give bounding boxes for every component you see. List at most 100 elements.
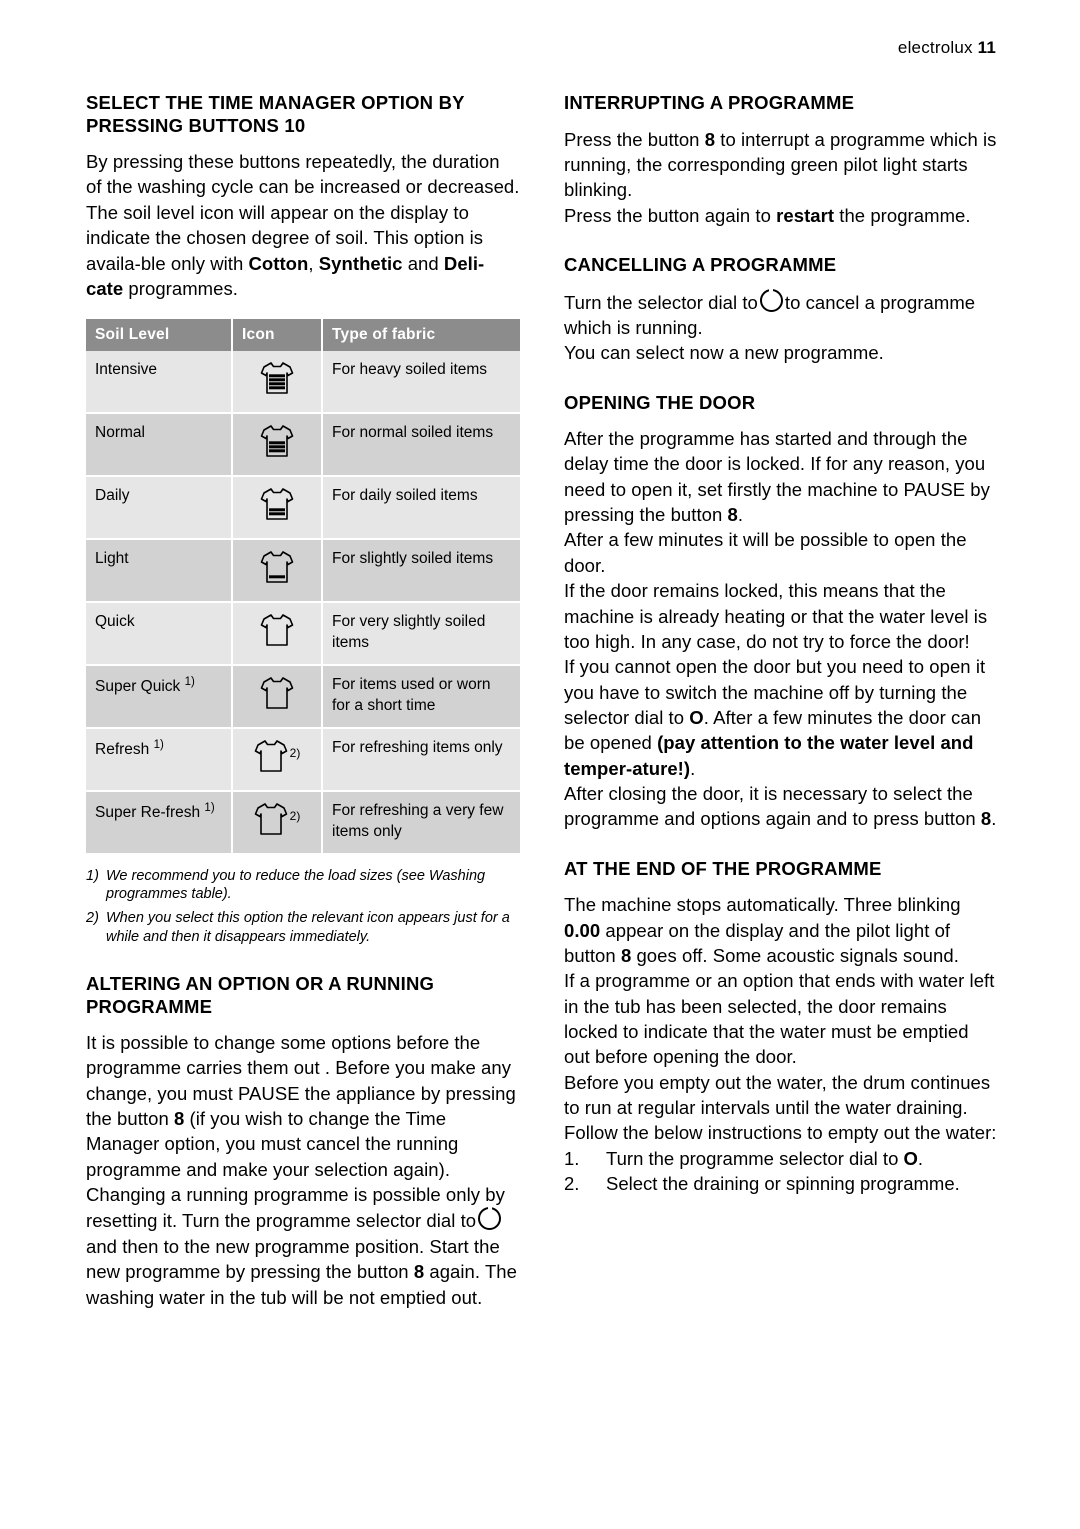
soil-level-table: Soil Level Icon Type of fabric Intensive… [86, 319, 520, 855]
dial-off-icon [478, 1207, 502, 1231]
footnote-text: When you select this option the relevant… [106, 910, 510, 946]
left-column: SELECT THE TIME MANAGER OPTION BY PRESSI… [86, 92, 520, 1310]
step-number: 2. [564, 1172, 580, 1194]
paragraph-door-2: After a few minutes it will be possible … [564, 529, 967, 576]
page-header: electrolux 11 [898, 38, 996, 58]
cell-type-of-fabric: For slightly soiled items [322, 538, 520, 603]
table-row: Intensive For heavy soiled items [86, 351, 520, 415]
cell-icon [232, 538, 323, 603]
page-number: 11 [977, 38, 996, 57]
text-bold-synthetic: Synthetic [318, 252, 403, 274]
shirt-0-icon [260, 612, 294, 655]
paragraph-door-1: After the programme has started and thro… [564, 426, 998, 527]
cell-soil-level: Quick [86, 601, 233, 666]
right-column: INTERRUPTING A PROGRAMME Press the butto… [564, 92, 998, 1310]
text-bold-o: O [903, 1147, 918, 1169]
table-footnotes: 1) We recommend you to reduce the load s… [86, 867, 520, 947]
paragraph-door-4: If you cannot open the door but you need… [564, 654, 998, 781]
step-text: Turn the programme selector dial to O. [606, 1146, 998, 1171]
text-segment: the programme. [834, 204, 971, 226]
shirt-3-icon [260, 423, 294, 466]
paragraph-end-2: If a programme or an option that ends wi… [564, 970, 995, 1068]
shirt-empty-icon [260, 675, 294, 718]
cell-icon [232, 601, 323, 666]
footnote-1: 1) We recommend you to reduce the load s… [86, 867, 520, 905]
table-row: Super Quick 1) For items used or worn for… [86, 664, 520, 729]
text-segment: , [308, 252, 319, 274]
column-header-type-of-fabric: Type of fabric [322, 319, 520, 352]
dial-off-icon [759, 288, 783, 312]
step-number: 1. [564, 1147, 580, 1169]
cell-icon [232, 351, 323, 415]
text-segment: Press the button [564, 128, 705, 150]
text-bold-button-8: 8 [980, 808, 992, 830]
paragraph-end-3: Before you empty out the water, the drum… [564, 1071, 991, 1118]
column-header-icon: Icon [232, 319, 323, 352]
brand-name: electrolux [897, 38, 973, 57]
cell-soil-level: Daily [86, 476, 233, 540]
text-bold-o: O [689, 706, 704, 728]
text-bold-button-8: 8 [704, 128, 716, 150]
footnote-2: 2) When you select this option the relev… [86, 909, 520, 947]
shirt-empty-icon [254, 801, 288, 844]
table-body: Intensive For heavy soiled items Normal For… [86, 351, 520, 855]
text-bold-cotton: Cotton [248, 252, 309, 274]
text-segment: . [991, 808, 997, 830]
text-segment: and [402, 252, 444, 274]
shirt-2-icon [260, 486, 294, 529]
list-item: 2. Select the draining or spinning progr… [564, 1171, 998, 1196]
step-text: Select the draining or spinning programm… [606, 1172, 960, 1194]
paragraph-end-1: The machine stops automatically. Three b… [564, 892, 998, 968]
paragraph-door-5: After closing the door, it is necessary … [564, 781, 998, 832]
cell-type-of-fabric: For refreshing items only [322, 727, 520, 792]
text-bold-button-8: 8 [173, 1108, 185, 1130]
text-segment: Turn the programme selector dial to [606, 1147, 904, 1169]
two-column-body: SELECT THE TIME MANAGER OPTION BY PRESSI… [86, 92, 998, 1310]
footnote-number: 2) [86, 910, 99, 927]
list-item: 1. Turn the programme selector dial to O… [564, 1146, 998, 1171]
heading-interrupting-programme: INTERRUPTING A PROGRAMME [564, 92, 855, 113]
heading-select-time-manager: SELECT THE TIME MANAGER OPTION BY PRESSI… [86, 92, 465, 136]
table-row: Refresh 1) 2) For refreshing items only [86, 727, 520, 792]
cell-soil-level: Normal [86, 413, 233, 478]
cell-icon: 2) [232, 790, 323, 855]
cell-type-of-fabric: For daily soiled items [322, 476, 520, 540]
text-segment: programmes. [123, 277, 238, 299]
cell-icon [232, 476, 323, 540]
cell-icon [232, 413, 323, 478]
column-header-soil-level: Soil Level [86, 319, 233, 352]
paragraph-door-3: If the door remains locked, this means t… [564, 580, 988, 652]
cell-type-of-fabric: For normal soiled items [322, 413, 520, 478]
cell-icon: 2) [232, 727, 323, 792]
text-segment: The machine stops automatically. Three b… [564, 894, 961, 916]
table-row: Super Re-fresh 1) 2) For refreshing a very… [86, 790, 520, 855]
table-row: Daily For daily soiled items [86, 476, 520, 540]
cell-soil-level: Refresh 1) [86, 727, 233, 792]
cell-type-of-fabric: For refreshing a very few items only [322, 790, 520, 855]
text-bold-button-8: 8 [413, 1261, 425, 1283]
empty-water-steps: 1. Turn the programme selector dial to O… [564, 1146, 998, 1197]
paragraph-interrupting-2: Press the button again to restart the pr… [564, 203, 998, 228]
text-segment: After the programme has started and thro… [564, 428, 990, 526]
cell-soil-level: Super Quick 1) [86, 664, 233, 729]
document-page: electrolux 11 SELECT THE TIME MANAGER OP… [0, 0, 1080, 1529]
text-segment: . [917, 1147, 924, 1169]
paragraph-cancelling-1: Turn the selector dial to to cancel a pro… [564, 288, 998, 341]
paragraph-altering-2: Changing a running programme is possible… [86, 1182, 520, 1310]
text-segment: Press the button again to [564, 204, 777, 226]
table-row: Quick For very slightly soiled items [86, 601, 520, 666]
paragraph-time-manager: By pressing these buttons repeatedly, th… [86, 149, 520, 301]
text-segment: Changing a running programme is possible… [86, 1184, 505, 1232]
heading-altering-option: ALTERING AN OPTION OR A RUNNING PROGRAMM… [86, 972, 435, 1017]
text-segment: goes off. Some acoustic signals sound. [631, 944, 959, 966]
text-segment: After closing the door, it is necessary … [564, 782, 981, 830]
shirt-1-icon [260, 549, 294, 592]
table-row: Light For slightly soiled items [86, 538, 520, 603]
text-segment: . [737, 504, 744, 526]
shirt-full-icon [260, 360, 294, 403]
text-bold-button-8: 8 [727, 504, 738, 526]
cell-soil-level: Intensive [86, 351, 233, 415]
text-segment: Turn the selector dial to [564, 291, 758, 313]
cell-soil-level: Light [86, 538, 233, 603]
paragraph-cancelling-2: You can select now a new programme. [564, 342, 884, 364]
